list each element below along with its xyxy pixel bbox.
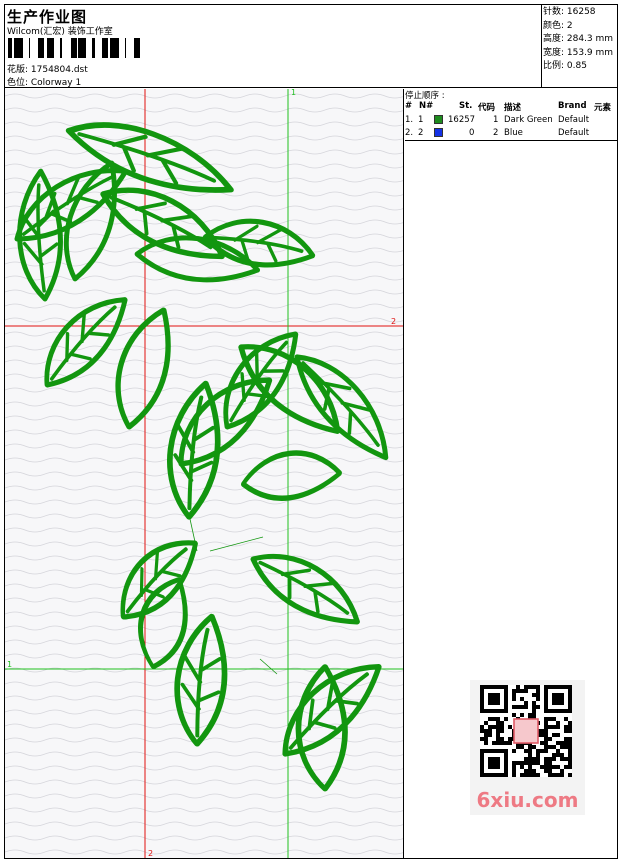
green-guide-label-left: 1 bbox=[7, 660, 12, 669]
stop-sequence-table: 停止顺序 : # N# St. 代码 描述 Brand 元素 1. 1 1625… bbox=[405, 89, 618, 141]
stitch-count: 针数: 16258 bbox=[543, 7, 596, 17]
watermark-text: 6xiu.com bbox=[476, 788, 579, 812]
colorway-label: 色位: Colorway 1 bbox=[7, 78, 82, 88]
row-stitches: 16257 bbox=[448, 115, 476, 125]
row-stitches: 0 bbox=[469, 128, 475, 138]
watermark: 6xiu.com bbox=[470, 680, 585, 815]
row-description: Dark Green bbox=[504, 115, 553, 125]
company-name: Wilcom(汇宏) 装饰工作室 bbox=[7, 27, 113, 37]
stop-sequence-title: 停止顺序 : bbox=[405, 91, 445, 101]
col-header-n: N# bbox=[419, 101, 434, 111]
row-code: 1 bbox=[493, 115, 499, 125]
qr-code bbox=[480, 685, 572, 777]
design-width: 宽度: 153.9 mm bbox=[543, 47, 614, 58]
col-header-index: # bbox=[405, 101, 413, 111]
col-header-description: 描述 bbox=[504, 103, 522, 113]
design-stats: 针数: 16258 颜色: 2 高度: 284.3 mm 宽度: 153.9 m… bbox=[543, 6, 613, 74]
row-brand: Default bbox=[558, 115, 590, 125]
red-guide-label-bottom: 2 bbox=[148, 849, 153, 858]
table-row: 1. 1 16257 1 Dark Green Default bbox=[405, 115, 618, 127]
row-description: Blue bbox=[504, 128, 523, 138]
barcode bbox=[8, 38, 140, 58]
row-code: 2 bbox=[493, 128, 499, 138]
col-header-code: 代码 bbox=[478, 103, 496, 113]
green-guide-label-top: 1 bbox=[291, 89, 296, 97]
design-scale: 比例: 0.85 bbox=[543, 61, 587, 71]
embroidery-design: 1 1 2 2 bbox=[5, 89, 403, 858]
row-index: 1. bbox=[405, 115, 414, 125]
col-header-element: 元素 bbox=[594, 103, 612, 113]
col-header-stitches: St. bbox=[459, 101, 473, 111]
embroidery-canvas: 1 1 2 2 bbox=[5, 89, 404, 858]
col-header-brand: Brand bbox=[558, 101, 587, 111]
design-height: 高度: 284.3 mm bbox=[543, 34, 614, 44]
design-file-label: 花版: 1754804.dst bbox=[7, 65, 88, 75]
row-brand: Default bbox=[558, 128, 590, 138]
color-count: 颜色: 2 bbox=[543, 20, 573, 31]
row-n: 2 bbox=[418, 128, 424, 138]
row-n: 1 bbox=[418, 115, 424, 125]
row-index: 2. bbox=[405, 128, 414, 138]
red-guide-label-right: 2 bbox=[391, 317, 396, 326]
color-swatch bbox=[434, 115, 443, 124]
table-row: 2. 2 0 2 Blue Default bbox=[405, 128, 618, 140]
color-swatch bbox=[434, 128, 443, 137]
